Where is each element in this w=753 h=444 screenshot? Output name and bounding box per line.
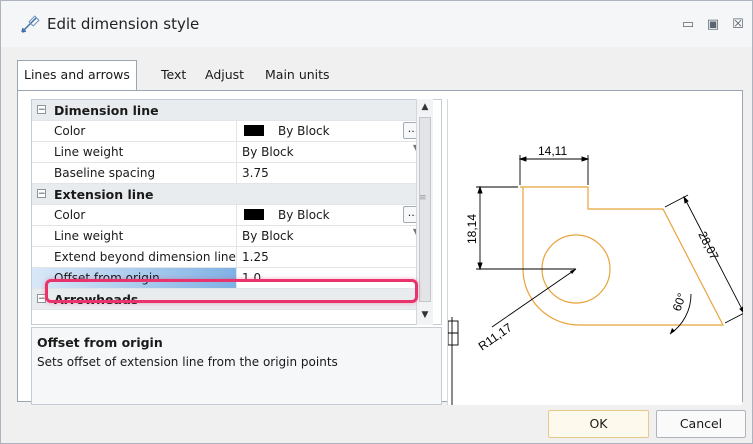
prop-baseline-spacing[interactable]: Baseline spacing 3.75 bbox=[32, 163, 425, 184]
restore-icon[interactable]: ▣ bbox=[703, 15, 723, 35]
tab-text[interactable]: Text bbox=[155, 61, 192, 89]
center-mark bbox=[447, 317, 459, 405]
scroll-down-icon[interactable]: ▼ bbox=[419, 309, 431, 321]
dimension-preview-drawing: 14,11 18,14 28,07 60° R11,17 bbox=[447, 144, 749, 405]
prop-name: Color bbox=[32, 121, 237, 141]
shape-outline bbox=[520, 186, 724, 326]
prop-value[interactable]: 1.25 bbox=[238, 247, 424, 267]
prop-value[interactable]: By Block bbox=[238, 142, 424, 162]
angle-arrow bbox=[670, 328, 675, 334]
property-scrollbar[interactable]: ▲ ≡ ▼ bbox=[416, 99, 433, 325]
scroll-up-icon[interactable]: ▲ bbox=[419, 101, 431, 113]
top-dimension bbox=[518, 155, 590, 185]
prop-ext-line-weight[interactable]: Line weight By Block ▼ bbox=[32, 226, 425, 247]
prop-value[interactable]: By Block bbox=[238, 205, 424, 225]
ok-button[interactable]: OK bbox=[548, 410, 649, 438]
close-icon[interactable]: ☒ bbox=[728, 15, 748, 35]
color-swatch bbox=[244, 209, 264, 220]
category-extension-line[interactable]: − Extension line bbox=[32, 184, 425, 205]
prop-value[interactable]: By Block bbox=[238, 226, 424, 246]
preview-panel: 14,11 18,14 28,07 60° R11,17 bbox=[447, 99, 749, 405]
category-label: Dimension line bbox=[54, 103, 159, 118]
color-value: By Block bbox=[278, 124, 330, 138]
dim-angle-label: 60° bbox=[670, 291, 689, 313]
tab-lines-and-arrows[interactable]: Lines and arrows bbox=[17, 60, 137, 91]
window-title: Edit dimension style bbox=[47, 15, 200, 33]
dialog-window: Edit dimension style ▭ ▣ ☒ Lines and arr… bbox=[0, 0, 753, 444]
prop-name: Extend beyond dimension line bbox=[32, 247, 237, 267]
title-bar[interactable]: Edit dimension style ▭ ▣ ☒ bbox=[1, 1, 752, 47]
dim-left-label: 18,14 bbox=[465, 214, 479, 244]
color-swatch bbox=[244, 125, 264, 136]
left-dimension bbox=[476, 185, 576, 271]
tab-main-units[interactable]: Main units bbox=[259, 61, 336, 89]
scroll-thumb[interactable] bbox=[419, 117, 431, 302]
dimension-style-icon bbox=[21, 15, 40, 33]
description-title: Offset from origin bbox=[37, 335, 163, 350]
prop-name: Color bbox=[32, 205, 237, 225]
prop-extend-beyond[interactable]: Extend beyond dimension line 1.25 bbox=[32, 247, 425, 268]
color-value: By Block bbox=[278, 208, 330, 222]
radius-leader bbox=[491, 268, 577, 328]
dim-top-label: 14,11 bbox=[538, 144, 567, 158]
prop-dim-color[interactable]: Color By Block ... bbox=[32, 121, 425, 142]
prop-dim-line-weight[interactable]: Line weight By Block ▼ bbox=[32, 142, 425, 163]
tab-adjust[interactable]: Adjust bbox=[199, 61, 250, 89]
grip-icon: ≡ bbox=[419, 193, 427, 203]
prop-name: Line weight bbox=[32, 226, 237, 246]
annotation-highlight bbox=[45, 279, 418, 303]
collapse-icon[interactable]: − bbox=[37, 105, 46, 115]
category-label: Extension line bbox=[54, 187, 154, 202]
description-text: Sets offset of extension line from the o… bbox=[37, 355, 338, 369]
prop-name: Line weight bbox=[32, 142, 237, 162]
prop-name: Baseline spacing bbox=[32, 163, 237, 183]
minimize-icon[interactable]: ▭ bbox=[678, 15, 698, 35]
collapse-icon[interactable]: − bbox=[37, 189, 46, 199]
description-panel: Offset from origin Sets offset of extens… bbox=[31, 327, 442, 405]
prop-value[interactable]: By Block bbox=[238, 121, 424, 141]
prop-ext-color[interactable]: Color By Block ... bbox=[32, 205, 425, 226]
category-dimension-line[interactable]: − Dimension line bbox=[32, 100, 425, 121]
radius-arrow bbox=[570, 269, 576, 274]
dim-right-label: 28,07 bbox=[695, 229, 721, 262]
prop-value[interactable]: 3.75 bbox=[238, 163, 424, 183]
cancel-button[interactable]: Cancel bbox=[656, 410, 746, 438]
